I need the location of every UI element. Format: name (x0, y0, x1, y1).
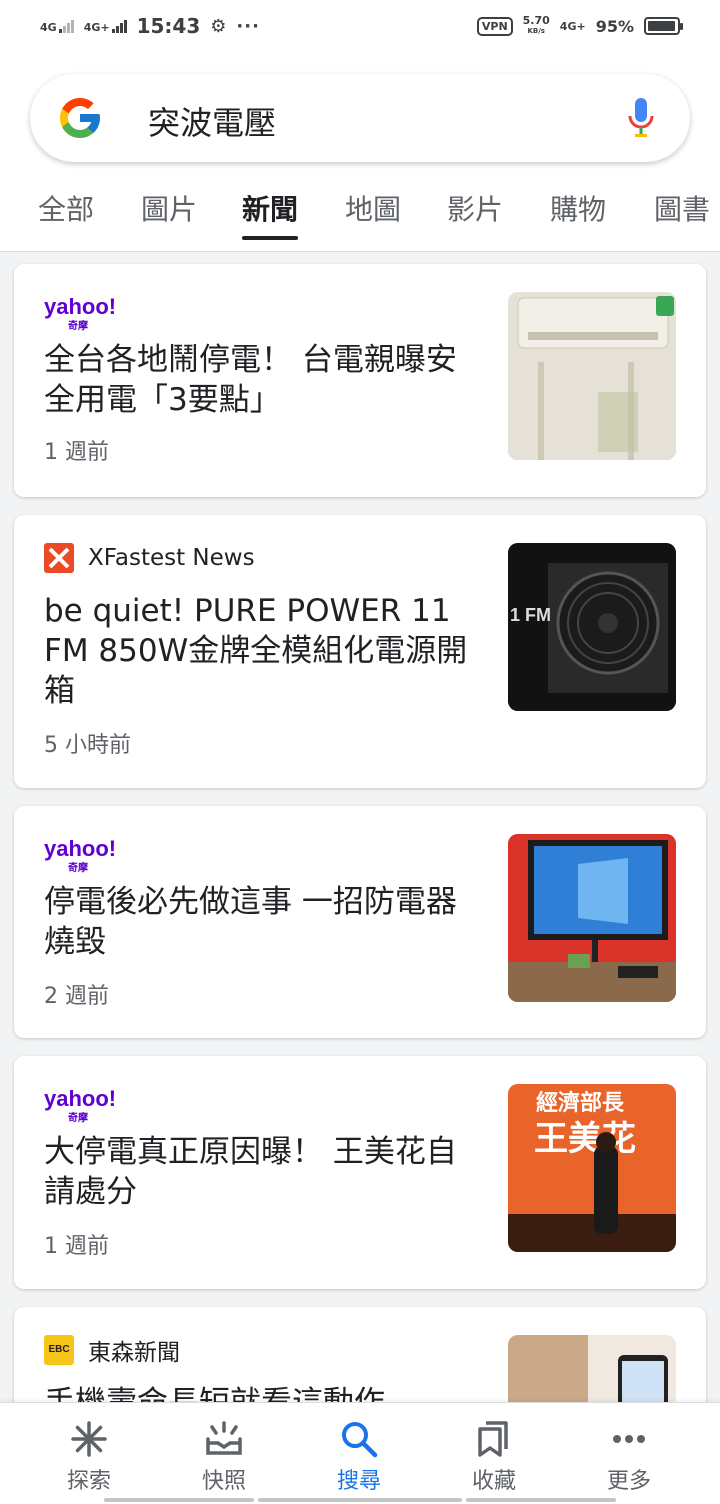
ebc-logo-text: EBC (48, 1344, 70, 1355)
tab-images[interactable]: 圖片 (141, 188, 197, 228)
yahoo-logo-text: yahoo! (44, 294, 117, 319)
status-right: VPN 5.70 KB/s 4G+ 95% (476, 15, 683, 37)
nav-label: 搜尋 (336, 1469, 381, 1494)
news-card-2[interactable]: XFastest News be quiet! PURE POWER 11 FM… (14, 515, 706, 788)
news-source: yahoo! 奇摩 (44, 1082, 117, 1125)
tab-all[interactable]: 全部 (38, 188, 94, 228)
tab-videos[interactable]: 影片 (447, 188, 503, 228)
battery-percent: 95% (595, 16, 634, 36)
gesture-bar-center (258, 1498, 462, 1502)
google-logo-icon (60, 98, 100, 138)
status-bar: 4G 4G+ 15:43 ⚙ ··· VPN 5.70 KB/s 4G+ 95% (0, 0, 720, 52)
news-thumbnail[interactable]: 經濟部長 王美花 (508, 1084, 676, 1252)
search-bar[interactable]: 突波電壓 (30, 74, 690, 162)
gear-icon: ⚙ (210, 15, 227, 37)
network-indicator-3: 4G+ (559, 19, 586, 33)
search-header: 突波電壓 全部 圖片 新聞 地圖 影片 購物 圖書 (0, 52, 720, 252)
nav-label: 探索 (66, 1469, 111, 1494)
network-label-1: 4G (40, 21, 57, 34)
thumbnail-image (508, 834, 676, 1002)
thumbnail-image: 1 FM (508, 543, 676, 711)
yahoo-logo-sub: 奇摩 (68, 863, 88, 874)
thumb-caption-1: 經濟部長 (536, 1090, 625, 1116)
status-left: 4G 4G+ 15:43 ⚙ ··· (40, 14, 260, 38)
more-dots-icon: ··· (236, 15, 260, 37)
news-card-4[interactable]: yahoo! 奇摩 大停電真正原因曝！ 王美花自請處分 1 週前 經濟部長 王美花 (14, 1056, 706, 1289)
yahoo-logo: yahoo! 奇摩 (44, 836, 117, 875)
battery-icon (644, 17, 683, 35)
network-indicator-1: 4G (40, 19, 74, 33)
nav-explore[interactable]: 探索 (34, 1419, 144, 1495)
vpn-badge: VPN (476, 16, 513, 36)
source-name: XFastest News (88, 545, 255, 571)
gesture-bar-right (466, 1498, 616, 1502)
thumb-caption-2: 王美花 (534, 1119, 636, 1159)
news-age: 1 週前 (44, 440, 109, 465)
yahoo-logo-sub: 奇摩 (68, 321, 88, 332)
bottom-navigation: 探索 快照 搜尋 收藏 更多 (0, 1402, 720, 1504)
signal-icon (58, 19, 74, 33)
news-source: yahoo! 奇摩 (44, 290, 117, 333)
nav-snapshot[interactable]: 快照 (169, 1419, 279, 1495)
news-age: 1 週前 (44, 1234, 109, 1259)
news-source: yahoo! 奇摩 (44, 832, 117, 875)
news-thumbnail[interactable]: 1 FM (508, 543, 676, 711)
news-age: 5 小時前 (44, 733, 131, 758)
network-indicator-2: 4G+ (84, 19, 127, 33)
news-headline[interactable]: be quiet! PURE POWER 11 FM 850W金牌全模組化電源開… (44, 591, 484, 711)
ebc-logo-icon: EBC (44, 1335, 74, 1365)
signal-icon (111, 19, 127, 33)
news-headline[interactable]: 全台各地鬧停電！ 台電親曝安全用電「3要點」 (44, 340, 484, 420)
gesture-bar-left (104, 1498, 254, 1502)
yahoo-logo: yahoo! 奇摩 (44, 1086, 117, 1125)
news-age: 2 週前 (44, 984, 109, 1009)
nav-label: 快照 (201, 1469, 246, 1494)
microphone-icon[interactable] (626, 96, 656, 140)
tab-books[interactable]: 圖書 (654, 188, 710, 228)
yahoo-logo-text: yahoo! (44, 1086, 117, 1111)
news-thumbnail[interactable] (508, 292, 676, 460)
tab-shopping[interactable]: 購物 (550, 188, 606, 228)
thumbnail-image (508, 292, 676, 460)
search-input[interactable]: 突波電壓 (148, 98, 276, 144)
network-speed: 5.70 KB/s (523, 15, 550, 37)
news-headline[interactable]: 大停電真正原因曝！ 王美花自請處分 (44, 1132, 484, 1212)
more-horizontal-icon (613, 1435, 645, 1443)
battery-fill (648, 21, 675, 31)
news-thumbnail[interactable] (508, 834, 676, 1002)
xfastest-logo-icon (44, 543, 74, 573)
news-card-1[interactable]: yahoo! 奇摩 全台各地鬧停電！ 台電親曝安全用電「3要點」 1 週前 (14, 264, 706, 497)
tab-maps[interactable]: 地圖 (345, 188, 401, 228)
nav-label: 收藏 (471, 1469, 516, 1494)
yahoo-logo: yahoo! 奇摩 (44, 294, 117, 333)
speed-unit: KB/s (527, 27, 545, 35)
yahoo-logo-sub: 奇摩 (68, 1113, 88, 1124)
search-icon (342, 1422, 378, 1458)
nav-more[interactable]: 更多 (574, 1419, 684, 1495)
clock: 15:43 (136, 14, 201, 38)
bookmark-collection-icon (478, 1421, 508, 1457)
snapshot-icon (206, 1421, 242, 1455)
nav-collections[interactable]: 收藏 (439, 1419, 549, 1495)
tab-news[interactable]: 新聞 (242, 188, 299, 240)
news-headline[interactable]: 停電後必先做這事 一招防電器燒毀 (44, 882, 484, 962)
source-name: 東森新聞 (88, 1340, 180, 1366)
yahoo-logo-text: yahoo! (44, 836, 117, 861)
thumb-label: 1 FM (510, 605, 551, 625)
news-source: EBC 東森新聞 (44, 1333, 180, 1367)
nav-search[interactable]: 搜尋 (304, 1419, 414, 1495)
network-label-2: 4G+ (83, 21, 110, 34)
thumbnail-image: 經濟部長 王美花 (508, 1084, 676, 1252)
news-card-3[interactable]: yahoo! 奇摩 停電後必先做這事 一招防電器燒毀 2 週前 (14, 806, 706, 1038)
nav-label: 更多 (606, 1469, 651, 1494)
search-tabs: 全部 圖片 新聞 地圖 影片 購物 圖書 (0, 182, 720, 242)
news-source: XFastest News (44, 541, 255, 575)
asterisk-icon (71, 1421, 107, 1457)
